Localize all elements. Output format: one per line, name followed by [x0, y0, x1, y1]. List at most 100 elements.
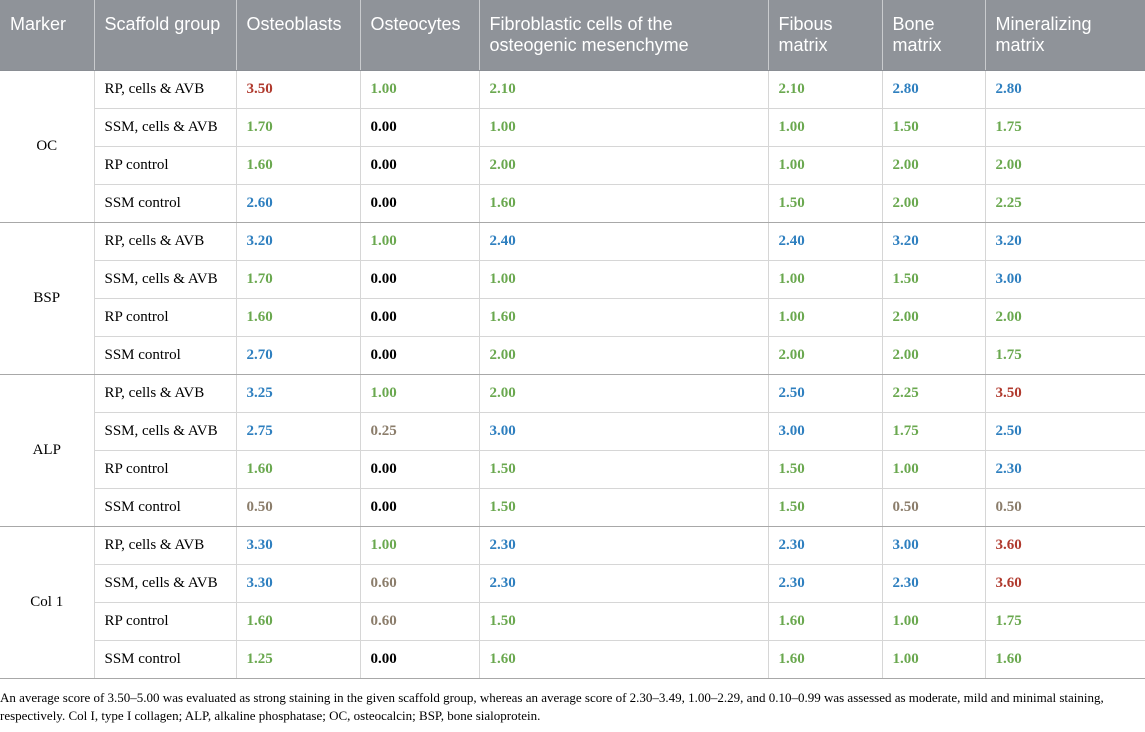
score-cell: 1.60 [478, 640, 768, 679]
score-cell: 1.50 [767, 488, 882, 527]
score-cell: 1.70 [235, 108, 360, 147]
score-cell: 1.70 [235, 260, 360, 299]
score-cell: 1.60 [235, 602, 360, 641]
score-cell: 2.30 [767, 526, 882, 565]
score-cell: 3.30 [235, 564, 360, 603]
score-cell: 3.25 [235, 374, 360, 413]
header-row: Marker Scaffold group Osteoblasts Osteoc… [0, 0, 1145, 71]
scaffold-group-cell: SSM, cells & AVB [93, 564, 236, 603]
table-row: RP control 1.60 0.60 1.50 1.60 1.00 1.75 [0, 602, 1145, 641]
scaffold-group-cell: RP, cells & AVB [93, 374, 236, 413]
score-cell: 1.50 [478, 488, 768, 527]
score-cell: 2.40 [478, 222, 768, 261]
score-cell: 0.50 [235, 488, 360, 527]
score-cell: 2.00 [881, 184, 985, 223]
table-row: SSM control 0.50 0.00 1.50 1.50 0.50 0.50 [0, 488, 1145, 527]
scaffold-group-cell: SSM control [93, 488, 236, 527]
scaffold-group-cell: RP control [93, 450, 236, 489]
score-cell: 1.00 [767, 298, 882, 337]
marker-cell: OC [0, 70, 94, 223]
score-cell: 3.00 [478, 412, 768, 451]
score-cell: 2.50 [984, 412, 1145, 451]
score-cell: 2.00 [881, 146, 985, 185]
score-cell: 1.50 [767, 450, 882, 489]
score-cell: 2.00 [478, 336, 768, 375]
score-cell: 0.50 [984, 488, 1145, 527]
scaffold-group-cell: SSM, cells & AVB [93, 108, 236, 147]
score-cell: 0.00 [359, 640, 479, 679]
score-cell: 3.20 [235, 222, 360, 261]
score-cell: 1.00 [767, 108, 882, 147]
header-cell: Bone matrix [881, 0, 985, 71]
score-cell: 2.80 [984, 70, 1145, 109]
table-row: SSM, cells & AVB 3.30 0.60 2.30 2.30 2.30 3.60 [0, 564, 1145, 603]
score-cell: 1.60 [767, 640, 882, 679]
score-cell: 1.50 [478, 602, 768, 641]
score-cell: 1.60 [235, 450, 360, 489]
table-row: SSM, cells & AVB 1.70 0.00 1.00 1.00 1.50 3.00 [0, 260, 1145, 299]
scaffold-group-cell: SSM, cells & AVB [93, 260, 236, 299]
score-cell: 0.00 [359, 146, 479, 185]
header-cell: Fibroblastic cells of the osteogenic mes… [478, 0, 768, 71]
table-row: Col 1 RP, cells & AVB 3.30 1.00 2.30 2.30 3.00… [0, 526, 1145, 679]
table-row: SSM control 2.60 0.00 1.60 1.50 2.00 2.25 [0, 184, 1145, 223]
score-cell: 2.25 [881, 374, 985, 413]
scaffold-group-cell: SSM control [93, 336, 236, 375]
score-cell: 1.00 [359, 526, 479, 565]
score-cell: 2.50 [767, 374, 882, 413]
score-cell: 3.60 [984, 564, 1145, 603]
score-cell: 3.50 [984, 374, 1145, 413]
scaffold-group-cell: RP control [93, 602, 236, 641]
score-cell: 1.00 [359, 374, 479, 413]
score-cell: 1.50 [767, 184, 882, 223]
score-cell: 3.30 [235, 526, 360, 565]
scaffold-group-cell: RP, cells & AVB [93, 222, 236, 261]
table-row: RP control 1.60 0.00 2.00 1.00 2.00 2.00 [0, 146, 1145, 185]
scaffold-group-cell: SSM, cells & AVB [93, 412, 236, 451]
score-cell: 0.60 [359, 602, 479, 641]
score-cell: 1.00 [881, 450, 985, 489]
marker-cell: BSP [0, 222, 94, 375]
scaffold-group-cell: SSM control [93, 184, 236, 223]
score-cell: 0.00 [359, 298, 479, 337]
score-cell: 0.00 [359, 450, 479, 489]
score-cell: 1.25 [235, 640, 360, 679]
table-row: RP control 1.60 0.00 1.60 1.00 2.00 2.00 [0, 298, 1145, 337]
score-cell: 1.60 [767, 602, 882, 641]
score-cell: 1.00 [767, 146, 882, 185]
score-cell: 1.00 [881, 602, 985, 641]
score-cell: 3.20 [881, 222, 985, 261]
score-cell: 2.00 [767, 336, 882, 375]
score-cell: 3.50 [235, 70, 360, 109]
score-cell: 1.00 [881, 640, 985, 679]
score-cell: 1.00 [359, 70, 479, 109]
score-cell: 1.00 [478, 108, 768, 147]
table-row: RP control 1.60 0.00 1.50 1.50 1.00 2.30 [0, 450, 1145, 489]
score-cell: 1.50 [881, 260, 985, 299]
score-cell: 1.75 [984, 336, 1145, 375]
score-cell: 1.00 [478, 260, 768, 299]
score-cell: 1.60 [235, 298, 360, 337]
score-cell: 2.10 [767, 70, 882, 109]
score-cell: 0.60 [359, 564, 479, 603]
score-cell: 2.00 [984, 298, 1145, 337]
score-cell: 2.00 [881, 336, 985, 375]
score-cell: 1.75 [984, 602, 1145, 641]
score-cell: 2.40 [767, 222, 882, 261]
score-cell: 3.00 [984, 260, 1145, 299]
score-cell: 2.10 [478, 70, 768, 109]
scaffold-group-cell: RP control [93, 146, 236, 185]
table-row: SSM, cells & AVB 2.75 0.25 3.00 3.00 1.75 2.50 [0, 412, 1145, 451]
score-cell: 0.25 [359, 412, 479, 451]
score-cell: 2.70 [235, 336, 360, 375]
score-cell: 1.75 [984, 108, 1145, 147]
score-cell: 3.20 [984, 222, 1145, 261]
score-cell: 1.60 [478, 184, 768, 223]
header-cell: Osteocytes [359, 0, 479, 71]
score-cell: 3.00 [767, 412, 882, 451]
scaffold-group-cell: SSM control [93, 640, 236, 679]
score-cell: 3.00 [881, 526, 985, 565]
score-cell: 2.80 [881, 70, 985, 109]
score-cell: 0.00 [359, 108, 479, 147]
header-cell: Osteoblasts [235, 0, 360, 71]
